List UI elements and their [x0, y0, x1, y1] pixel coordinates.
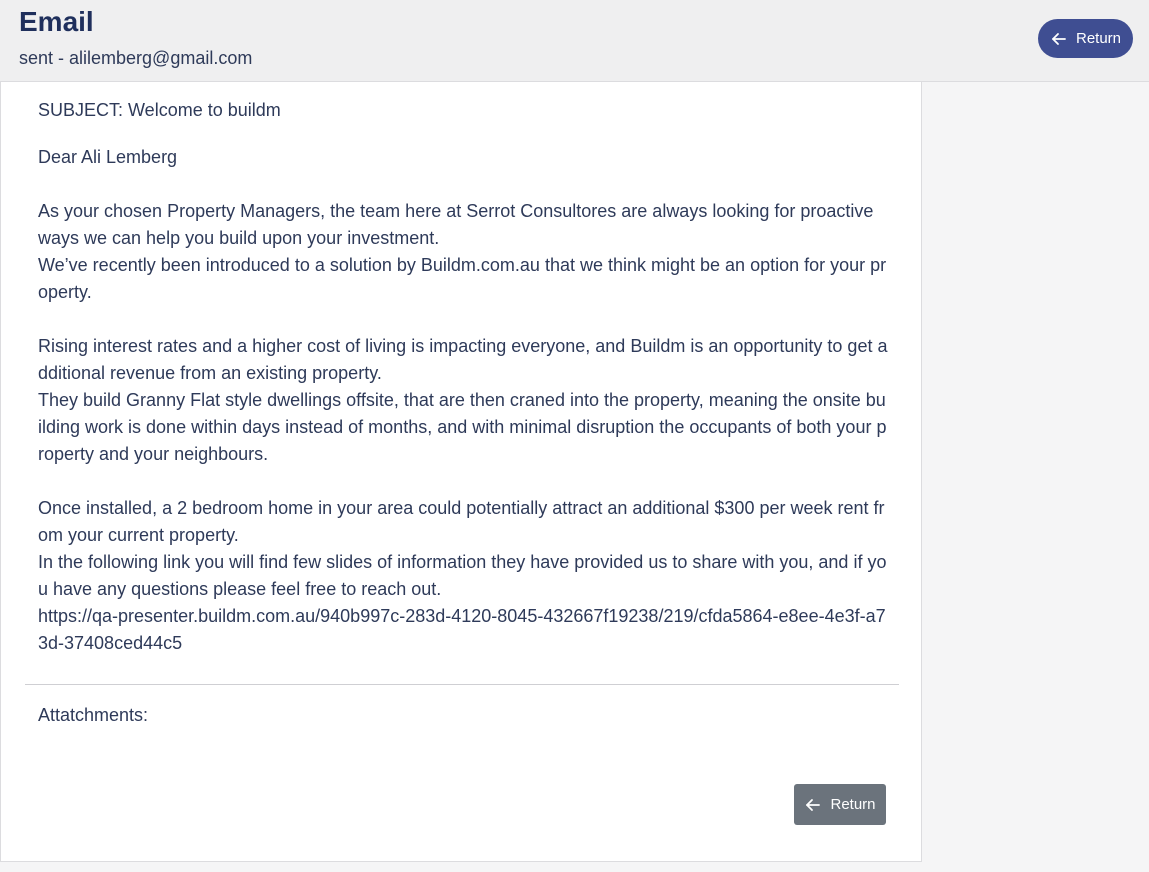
return-button-label: Return	[830, 796, 876, 813]
email-body: Dear Ali Lemberg As your chosen Property…	[38, 147, 888, 653]
arrow-left-icon	[806, 798, 821, 811]
return-button-bottom[interactable]: Return	[794, 784, 886, 825]
return-button-label: Return	[1075, 30, 1122, 47]
return-button-top[interactable]: Return	[1038, 19, 1133, 58]
page-title: Email	[19, 6, 94, 37]
page-header: Email sent - alilemberg@gmail.com Return	[0, 0, 1149, 82]
attachments-label: Attatchments:	[38, 705, 149, 725]
arrow-left-icon	[1052, 32, 1066, 45]
email-status-recipient: sent - alilemberg@gmail.com	[19, 48, 253, 68]
email-card: SUBJECT: Welcome to buildm Dear Ali Lemb…	[0, 82, 922, 862]
divider	[25, 684, 899, 685]
email-subject: SUBJECT: Welcome to buildm	[38, 100, 281, 120]
